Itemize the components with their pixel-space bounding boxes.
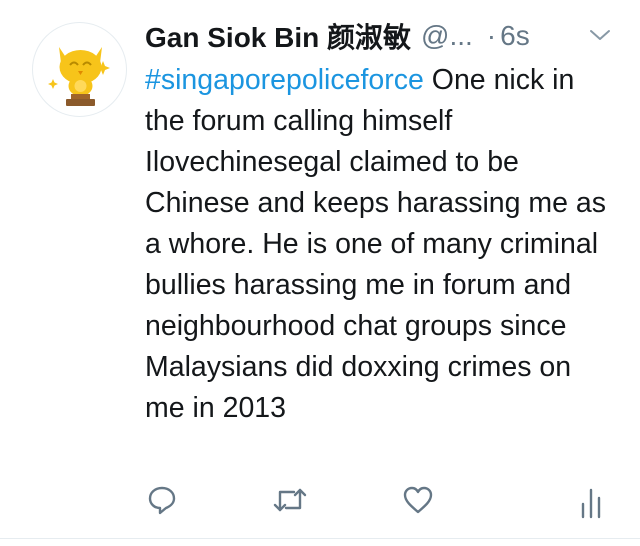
avatar[interactable] bbox=[32, 22, 127, 117]
tweet-actions bbox=[0, 484, 640, 524]
tweet-body-text: One nick in the forum calling himself Il… bbox=[145, 64, 607, 424]
tweet-text: #singaporepoliceforce One nick in the fo… bbox=[145, 60, 615, 429]
chevron-down-icon[interactable] bbox=[589, 27, 611, 43]
separator-dot: · bbox=[486, 20, 497, 51]
author-handle[interactable]: @... bbox=[421, 20, 473, 52]
analytics-icon[interactable] bbox=[578, 484, 604, 520]
tweet-header: Gan Siok Bin 颜淑敏 @... · 6s bbox=[145, 14, 620, 58]
retweet-icon[interactable] bbox=[272, 484, 308, 516]
author-name[interactable]: Gan Siok Bin 颜淑敏 bbox=[145, 16, 411, 56]
reply-icon[interactable] bbox=[146, 484, 178, 516]
heart-icon[interactable] bbox=[401, 484, 435, 516]
tweet-timestamp[interactable]: 6s bbox=[500, 20, 530, 52]
divider bbox=[0, 538, 640, 539]
hashtag-link[interactable]: #singaporepoliceforce bbox=[145, 64, 424, 96]
owl-trophy-avatar-icon bbox=[48, 47, 110, 106]
